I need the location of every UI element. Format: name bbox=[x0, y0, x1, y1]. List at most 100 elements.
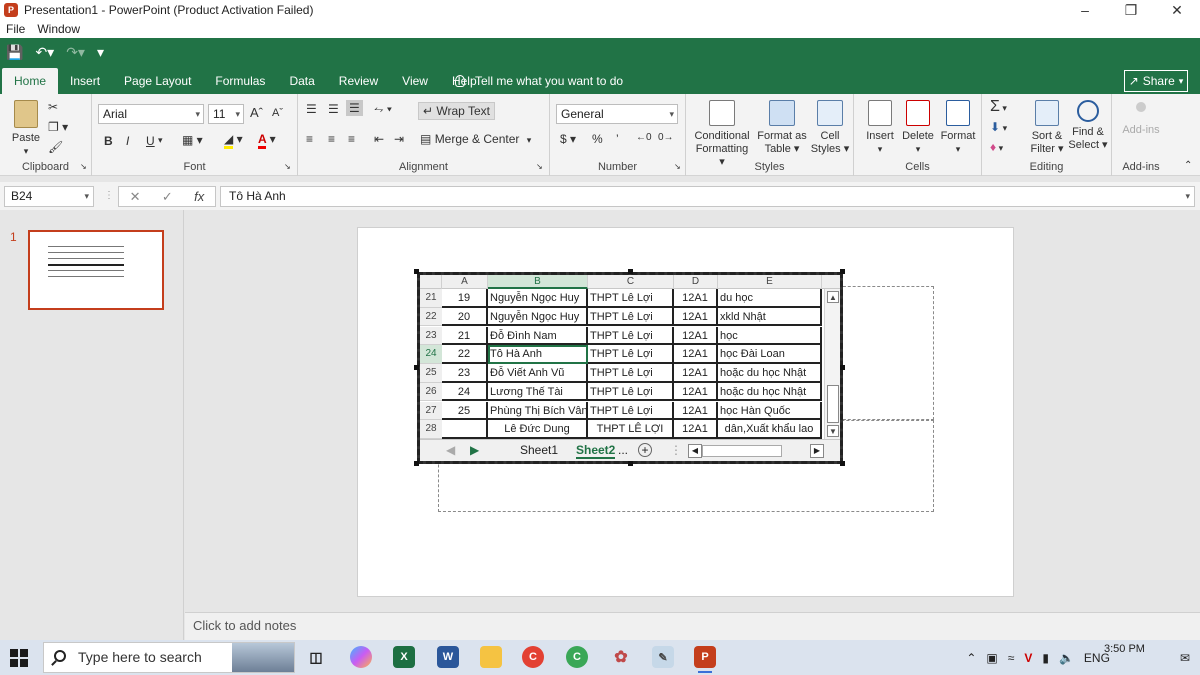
cell-c[interactable]: THPT Lê Lợi bbox=[588, 345, 674, 364]
format-painter-icon[interactable]: 🖌 bbox=[48, 140, 63, 154]
paint-icon[interactable]: ✎ bbox=[652, 646, 674, 668]
resize-handle[interactable] bbox=[840, 269, 845, 274]
align-center-icon[interactable]: ≡ bbox=[328, 132, 335, 146]
column-header-b[interactable]: B bbox=[488, 275, 588, 289]
save-icon[interactable]: 💾 bbox=[6, 44, 23, 61]
resize-handle[interactable] bbox=[414, 269, 419, 274]
cell-d[interactable]: 12A1 bbox=[674, 401, 718, 420]
orientation-icon[interactable]: ⥊ ▾ bbox=[374, 102, 392, 117]
scroll-right-icon[interactable]: ▶ bbox=[810, 444, 824, 458]
name-box[interactable]: B24 bbox=[4, 186, 94, 207]
column-header-a[interactable]: A bbox=[442, 275, 488, 289]
tab-formulas[interactable]: Formulas bbox=[203, 68, 277, 94]
close-button[interactable]: ✕ bbox=[1154, 0, 1200, 20]
chrome-icon[interactable]: C bbox=[522, 646, 544, 668]
scroll-thumb[interactable] bbox=[827, 385, 839, 423]
excel-icon[interactable]: X bbox=[393, 646, 415, 668]
cell-b[interactable]: Nguyễn Ngọc Huy bbox=[488, 307, 588, 327]
decrease-indent-icon[interactable]: ⇤ bbox=[374, 132, 384, 146]
scroll-down-icon[interactable]: ▼ bbox=[827, 425, 839, 437]
middle-align-icon[interactable]: ☰ bbox=[328, 102, 339, 116]
bottom-align-icon[interactable]: ☰ bbox=[346, 100, 363, 116]
font-color-icon[interactable]: A ▾ bbox=[258, 132, 276, 149]
comma-button[interactable]: ’ bbox=[616, 132, 619, 146]
tab-view[interactable]: View bbox=[390, 68, 440, 94]
cell-a[interactable]: 20 bbox=[442, 307, 488, 327]
row-header[interactable]: 28 bbox=[420, 420, 442, 439]
chrome-profile-icon[interactable]: C bbox=[566, 646, 588, 668]
align-left-icon[interactable]: ≡ bbox=[306, 132, 313, 146]
notes-pane[interactable]: Click to add notes bbox=[185, 612, 1200, 640]
cell-b[interactable]: Phùng Thị Bích Vân bbox=[488, 401, 588, 420]
bold-button[interactable]: B bbox=[104, 134, 113, 148]
cell-b[interactable]: Lê Đức Dung bbox=[488, 420, 588, 439]
column-header-c[interactable]: C bbox=[588, 275, 674, 289]
cell-c[interactable]: THPT Lê Lợi bbox=[588, 307, 674, 327]
cell-d[interactable]: 12A1 bbox=[674, 382, 718, 402]
resize-handle[interactable] bbox=[414, 461, 419, 466]
font-size-select[interactable]: 11 bbox=[208, 104, 244, 124]
tab-data[interactable]: Data bbox=[277, 68, 326, 94]
cell-d[interactable]: 12A1 bbox=[674, 326, 718, 345]
shrink-font-button[interactable]: Aˇ bbox=[272, 107, 283, 119]
tell-me-search[interactable]: Tell me what you want to do bbox=[455, 68, 623, 94]
chevron-down-icon[interactable]: ▾ bbox=[158, 135, 163, 146]
cell-c[interactable]: THPT LÊ LỢI bbox=[588, 420, 674, 439]
cell-a[interactable]: 19 bbox=[442, 289, 488, 308]
cell-a[interactable]: 24 bbox=[442, 382, 488, 402]
wrap-text-button[interactable]: ↵ Wrap Text bbox=[418, 102, 495, 120]
next-sheet-icon[interactable]: ▶ bbox=[470, 443, 479, 457]
menu-file[interactable]: File bbox=[6, 22, 25, 36]
fill-color-icon[interactable]: ◢ ▾ bbox=[224, 132, 243, 149]
webcam-icon[interactable]: ▣ bbox=[986, 651, 997, 665]
scroll-left-icon[interactable]: ◀ bbox=[688, 444, 702, 458]
cell-d[interactable]: 12A1 bbox=[674, 364, 718, 383]
resize-handle[interactable] bbox=[628, 461, 633, 466]
borders-icon[interactable]: ▦ ▾ bbox=[182, 133, 203, 147]
insert-cells-button[interactable]: Insert ▾ bbox=[862, 100, 898, 156]
taskbar-search[interactable]: Type here to search bbox=[43, 642, 295, 673]
file-explorer-icon[interactable] bbox=[480, 646, 502, 668]
row-header[interactable]: 21 bbox=[420, 289, 442, 308]
row-header[interactable]: 22 bbox=[420, 307, 442, 327]
addins-button[interactable]: Add-ins bbox=[1118, 102, 1164, 137]
row-header[interactable]: 25 bbox=[420, 364, 442, 383]
embedded-worksheet[interactable]: A B C D E 21 19 Nguyễn Ngọc Huy THPT Lê Lợi… bbox=[417, 272, 843, 464]
tab-home[interactable]: Home bbox=[2, 68, 59, 94]
add-sheet-icon[interactable]: + bbox=[638, 443, 652, 457]
battery-icon[interactable]: ▮ bbox=[1042, 651, 1049, 665]
minimize-button[interactable]: – bbox=[1062, 0, 1108, 20]
cancel-icon[interactable]: ✕ bbox=[130, 189, 141, 205]
format-as-table-button[interactable]: Format as Table ▾ bbox=[756, 100, 808, 156]
cell-e[interactable]: dân,Xuất khẩu lao bbox=[718, 420, 822, 439]
resize-handle[interactable] bbox=[840, 461, 845, 466]
dialog-launcher-icon[interactable]: ↘ bbox=[536, 162, 543, 171]
resize-handle[interactable] bbox=[414, 365, 419, 370]
wifi-icon[interactable]: ≈ bbox=[1008, 651, 1015, 665]
currency-button[interactable]: $ ▾ bbox=[560, 132, 576, 146]
cell-e[interactable]: học Đài Loan bbox=[718, 345, 822, 364]
clear-icon[interactable]: ♦ ▾ bbox=[990, 140, 1003, 154]
share-button[interactable]: ↗ Share ▾ bbox=[1124, 70, 1188, 92]
fill-icon[interactable]: ⬇ ▾ bbox=[990, 120, 1007, 134]
cell-d[interactable]: 12A1 bbox=[674, 345, 718, 364]
cell-c[interactable]: THPT Lê Lợi bbox=[588, 364, 674, 383]
cell-c[interactable]: THPT Lê Lợi bbox=[588, 326, 674, 345]
chevron-up-icon[interactable]: ⌃ bbox=[966, 651, 976, 665]
cut-icon[interactable]: ✂ bbox=[48, 100, 58, 114]
cell-d[interactable]: 12A1 bbox=[674, 289, 718, 308]
delete-cells-button[interactable]: Delete ▾ bbox=[900, 100, 936, 156]
autosum-icon[interactable]: Σ ▾ bbox=[990, 98, 1007, 116]
vertical-scrollbar[interactable]: ▲ ▼ bbox=[824, 289, 840, 439]
conditional-formatting-button[interactable]: Conditional Formatting ▾ bbox=[692, 100, 752, 169]
dialog-launcher-icon[interactable]: ↘ bbox=[80, 162, 87, 171]
cell-e[interactable]: học Hàn Quốc bbox=[718, 401, 822, 420]
redo-icon[interactable]: ↷▾ bbox=[66, 44, 85, 61]
word-icon[interactable]: W bbox=[437, 646, 459, 668]
menu-window[interactable]: Window bbox=[37, 22, 80, 36]
notification-icon[interactable]: ✉ bbox=[1180, 651, 1190, 665]
number-format-select[interactable]: General bbox=[556, 104, 678, 124]
dialog-launcher-icon[interactable]: ↘ bbox=[284, 162, 291, 171]
tab-review[interactable]: Review bbox=[327, 68, 390, 94]
cell-a[interactable]: 25 bbox=[442, 401, 488, 420]
